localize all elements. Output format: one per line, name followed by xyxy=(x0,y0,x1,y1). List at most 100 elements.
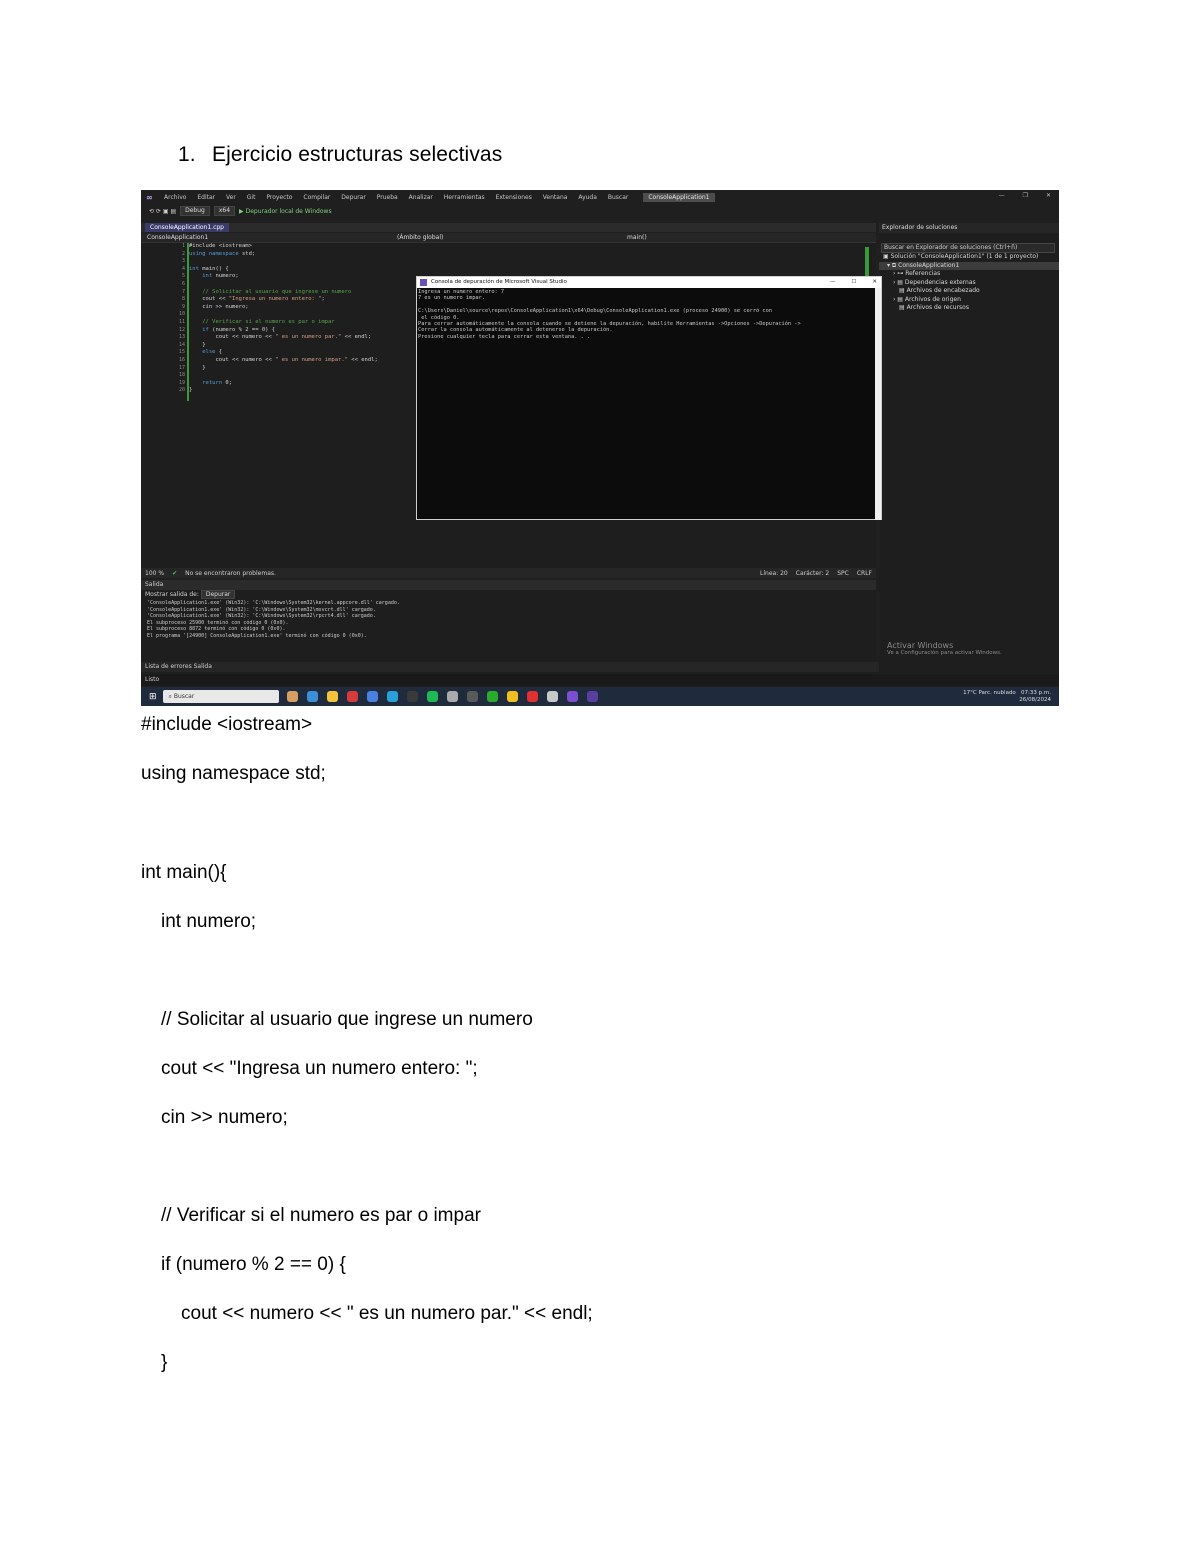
console-close-icon[interactable]: ✕ xyxy=(872,277,877,288)
opera-icon[interactable] xyxy=(346,691,358,702)
editor-navbar: ConsoleApplication1 (Ámbito global) main… xyxy=(141,233,876,243)
line-number: 13 xyxy=(178,334,185,341)
tab-consoleapplication1-cpp[interactable]: ConsoleApplication1.cpp xyxy=(145,223,229,232)
tree-item-references[interactable]: › ⊶ Referencias xyxy=(879,270,1059,279)
solution-badge: ConsoleApplication1 xyxy=(643,192,715,202)
restore-icon[interactable]: ❐ xyxy=(1023,192,1028,199)
system-tray[interactable]: 17°C Parc. nublado 07:33 p.m. 26/08/2024 xyxy=(963,690,1051,703)
console-titlebar: Consola de depuración de Microsoft Visua… xyxy=(417,277,881,288)
menu-proyecto[interactable]: Proyecto xyxy=(266,194,292,201)
app5-icon[interactable] xyxy=(546,691,558,702)
code-line: int main(){ xyxy=(141,862,227,883)
issues-text: No se encontraron problemas. xyxy=(185,569,276,577)
line-indicator: Línea: 20 xyxy=(760,569,788,577)
edge-icon[interactable] xyxy=(306,691,318,702)
tree-item-project[interactable]: ▾ ⧉ ConsoleApplication1 xyxy=(879,261,1059,270)
widget-icon[interactable] xyxy=(286,691,298,702)
tree-item-headers[interactable]: ▤ Archivos de encabezado xyxy=(879,287,1059,296)
output-source: Mostrar salida de: Depurar xyxy=(141,590,876,600)
todo-icon[interactable] xyxy=(386,691,398,702)
solution-tree: ▣ Solución "ConsoleApplication1" (1 de 1… xyxy=(879,253,1059,313)
app4-icon[interactable] xyxy=(526,691,538,702)
menu-depurar[interactable]: Depurar xyxy=(341,194,366,201)
code-line: using namespace std; xyxy=(141,763,326,784)
console-maximize-icon[interactable]: ☐ xyxy=(851,277,856,288)
spotify-icon[interactable] xyxy=(426,691,438,702)
section-heading: 1. Ejercicio estructuras selectivas xyxy=(178,143,502,167)
editor-line: if (numero % 2 == 0) { xyxy=(202,326,276,333)
console-minimize-icon[interactable]: — xyxy=(830,277,836,288)
menu-compilar[interactable]: Compilar xyxy=(303,194,330,201)
debug-console-window[interactable]: Consola de depuración de Microsoft Visua… xyxy=(416,276,882,520)
console-title: Consola de depuración de Microsoft Visua… xyxy=(431,279,567,285)
menu-ayuda[interactable]: Ayuda xyxy=(578,194,597,201)
vs-console-icon[interactable] xyxy=(586,691,598,702)
menu-herramientas[interactable]: Herramientas xyxy=(444,194,485,201)
output-panel: Salida Mostrar salida de: Depurar 'Conso… xyxy=(141,580,876,660)
editor-line: using namespace std; xyxy=(189,250,256,257)
tree-item-dependencies[interactable]: › ▤ Dependencias externas xyxy=(879,279,1059,288)
run-debugger-button[interactable]: ▶ Depurador local de Windows xyxy=(239,208,332,215)
menu-editar[interactable]: Editar xyxy=(197,194,215,201)
explorer-icon[interactable] xyxy=(326,691,338,702)
line-number: 7 xyxy=(181,288,185,295)
check-icon: ✔ xyxy=(172,569,178,577)
editor-line: int numero; xyxy=(202,273,239,280)
xbox-icon[interactable] xyxy=(486,691,498,702)
editor-status: 100 % ✔ No se encontraron problemas. Lín… xyxy=(141,568,876,578)
console-controls: — ☐ ✕ xyxy=(830,277,877,288)
minimize-icon[interactable]: — xyxy=(999,192,1005,199)
app2-icon[interactable] xyxy=(446,691,458,702)
output-source-label: Mostrar salida de: xyxy=(145,591,199,598)
platform-select[interactable]: x64 xyxy=(213,206,236,216)
solution-search-input[interactable]: Buscar en Explorador de soluciones (Ctrl… xyxy=(881,243,1055,253)
menu-git[interactable]: Git xyxy=(247,194,256,201)
toolbar-icons[interactable]: ⟲ ⟳ ▣ ▤ xyxy=(149,208,176,215)
line-number: 5 xyxy=(181,273,185,280)
menu-ventana[interactable]: Ventana xyxy=(543,194,568,201)
solution-explorer: Explorador de soluciones Buscar en Explo… xyxy=(879,223,1059,673)
editor-line: cin >> numero; xyxy=(189,303,249,310)
nav-member[interactable]: main() xyxy=(627,234,647,241)
menu-archivo[interactable]: Archivo xyxy=(164,194,186,201)
taskbar-search-input[interactable]: ⌕ Buscar xyxy=(162,690,279,703)
start-icon[interactable]: ⊞ xyxy=(149,692,157,702)
line-number: 8 xyxy=(181,296,185,303)
clock-date: 26/08/2024 xyxy=(1019,696,1051,703)
bottom-status-bar: Listo xyxy=(141,674,1059,686)
crlf-indicator: CRLF xyxy=(856,569,872,577)
app3-icon[interactable] xyxy=(506,691,518,702)
editor-line: } xyxy=(189,341,206,348)
menu-buscar[interactable]: Buscar xyxy=(608,194,629,201)
output-tabs[interactable]: Lista de errores Salida xyxy=(141,662,880,672)
nav-project[interactable]: ConsoleApplication1 xyxy=(147,234,208,241)
heading-number: 1. xyxy=(178,143,196,166)
menu-ver[interactable]: Ver xyxy=(226,194,236,201)
weather-text: 17°C Parc. nublado xyxy=(963,690,1016,696)
tree-item-solution[interactable]: ▣ Solución "ConsoleApplication1" (1 de 1… xyxy=(879,253,1059,262)
nav-scope[interactable]: (Ámbito global) xyxy=(397,234,443,241)
line-number: 20 xyxy=(178,387,185,394)
app-icon[interactable] xyxy=(406,691,418,702)
visual-studio-icon[interactable] xyxy=(566,691,578,702)
menu-analizar[interactable]: Analizar xyxy=(409,194,433,201)
tree-item-resources[interactable]: ▤ Archivos de recursos xyxy=(879,304,1059,313)
line-number: 15 xyxy=(178,349,185,356)
zoom-level[interactable]: 100 % xyxy=(145,570,164,577)
code-line: cin >> numero; xyxy=(161,1107,288,1128)
close-icon[interactable]: ✕ xyxy=(1046,192,1051,199)
chrome-icon[interactable] xyxy=(366,691,378,702)
steam-icon[interactable] xyxy=(466,691,478,702)
editor-line: cout << numero << " es un numero par." <… xyxy=(189,334,372,341)
menu-extensiones[interactable]: Extensiones xyxy=(496,194,532,201)
taskbar-apps xyxy=(286,691,598,702)
solution-explorer-title: Explorador de soluciones xyxy=(879,223,1059,233)
output-title: Salida xyxy=(141,580,876,590)
output-source-select[interactable]: Depurar xyxy=(200,590,236,599)
tree-item-sources[interactable]: › ▤ Archivos de origen xyxy=(879,296,1059,305)
line-number: 18 xyxy=(178,372,185,379)
menu-prueba[interactable]: Prueba xyxy=(377,194,398,201)
config-select[interactable]: Debug xyxy=(180,206,210,216)
console-scrollbar[interactable] xyxy=(875,288,881,520)
console-icon xyxy=(420,279,427,286)
